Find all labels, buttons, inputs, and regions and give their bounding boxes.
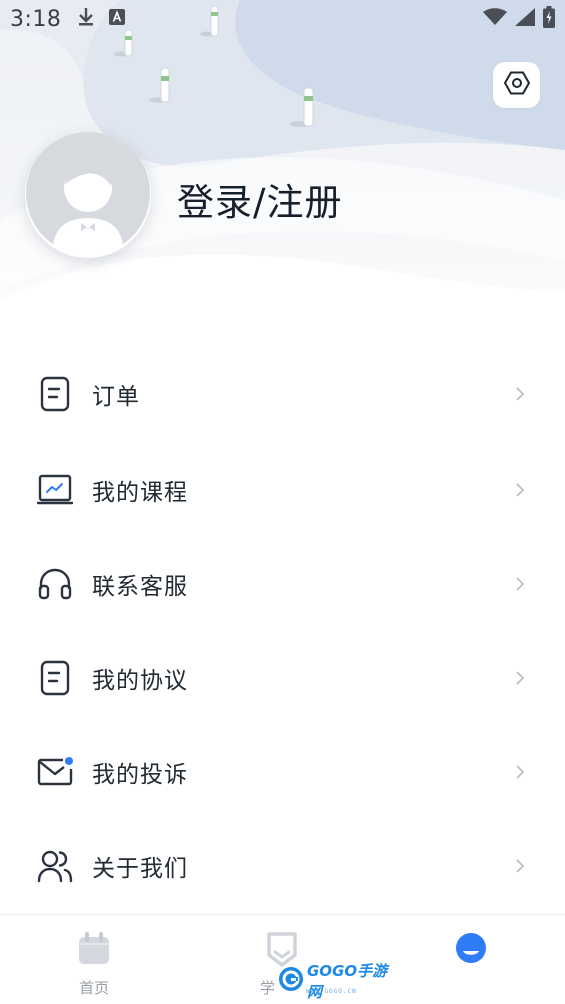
- default-avatar-icon: [25, 132, 151, 258]
- watermark-logo-icon: [278, 966, 304, 996]
- watermark-subtext: WWW.GOGO.CN: [306, 988, 357, 995]
- document-icon: [36, 659, 74, 697]
- document-icon: [36, 375, 74, 413]
- watermark-text: GOGO手游网: [307, 962, 388, 1001]
- headphones-icon: [36, 565, 74, 603]
- profile-header: 3:18 登录/注册: [0, 0, 565, 345]
- menu-item-label: 我的投诉: [92, 762, 188, 788]
- text-a-icon: [109, 9, 126, 29]
- menu-item-label: 我的课程: [92, 480, 188, 506]
- signal-icon: [515, 8, 535, 30]
- chevron-right-icon: [515, 480, 529, 500]
- chevron-right-icon: [515, 668, 529, 688]
- wifi-icon: [483, 8, 507, 30]
- menu-item-label: 订单: [92, 384, 140, 410]
- menu-item-label: 联系客服: [92, 574, 188, 600]
- mine-icon: [454, 931, 488, 969]
- chevron-right-icon: [515, 574, 529, 594]
- download-icon: [77, 7, 95, 31]
- chevron-right-icon: [515, 384, 529, 404]
- menu-item-label: 关于我们: [92, 856, 188, 882]
- status-time: 3:18: [10, 6, 62, 32]
- login-register-link[interactable]: 登录/注册: [177, 172, 342, 226]
- settings-button[interactable]: [493, 62, 540, 108]
- tab-home[interactable]: 首页: [0, 915, 188, 1004]
- users-icon: [36, 847, 74, 885]
- avatar[interactable]: [25, 132, 151, 258]
- chevron-right-icon: [515, 762, 529, 782]
- menu-item-about-us[interactable]: 关于我们: [0, 819, 565, 913]
- tab-mine[interactable]: [377, 915, 565, 1004]
- calendar-icon: [76, 931, 112, 971]
- shield-icon: [266, 931, 298, 971]
- chevron-right-icon: [515, 856, 529, 876]
- watermark: GOGO手游网 WWW.GOGO.CN: [278, 962, 393, 1001]
- chart-board-icon: [36, 471, 74, 509]
- status-bar: 3:18: [0, 0, 565, 38]
- mail-icon: [36, 753, 74, 791]
- settings-hex-icon: [503, 70, 530, 100]
- menu-item-label: 我的协议: [92, 668, 188, 694]
- battery-charging-icon: [543, 6, 555, 32]
- menu-item-my-agreements[interactable]: 我的协议: [0, 631, 565, 725]
- menu-list: 订单 我的课程 联系客服 我的协议 我的投诉 关于我们: [0, 345, 565, 913]
- menu-item-customer-service[interactable]: 联系客服: [0, 537, 565, 631]
- menu-item-orders[interactable]: 订单: [0, 345, 565, 443]
- tab-label: 学: [259, 979, 275, 997]
- tab-label: 首页: [79, 979, 110, 997]
- menu-item-my-complaints[interactable]: 我的投诉: [0, 725, 565, 819]
- menu-item-my-courses[interactable]: 我的课程: [0, 443, 565, 537]
